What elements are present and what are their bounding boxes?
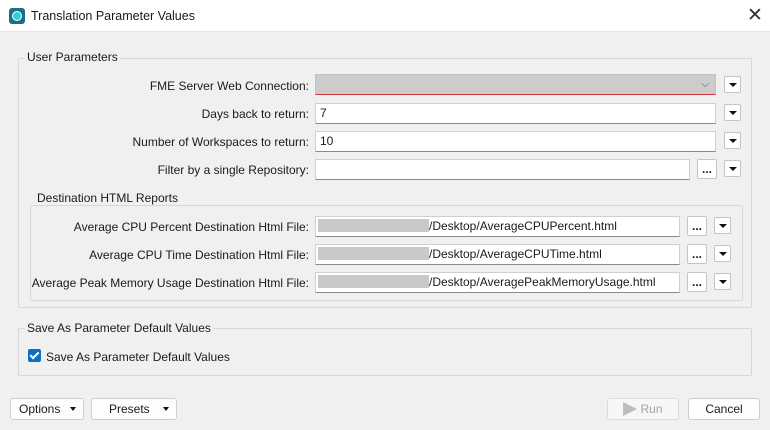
redacted-path [318, 219, 429, 232]
save-defaults-title: Save As Parameter Default Values [25, 321, 213, 335]
redacted-path [318, 247, 429, 260]
options-button[interactable]: Options [10, 398, 84, 420]
fme-server-connection-menu-button[interactable] [724, 76, 741, 93]
window-title: Translation Parameter Values [31, 9, 195, 23]
cpu-time-file-input[interactable]: /Desktop/AverageCPUTime.html [315, 244, 680, 265]
run-button-label: Run [640, 402, 663, 416]
options-button-label: Options [19, 402, 61, 416]
cpu-time-browse-button[interactable]: ... [687, 244, 707, 264]
chevron-down-icon: ⌵ [701, 79, 709, 90]
title-bar: Translation Parameter Values ✕ [0, 0, 770, 32]
days-back-label: Days back to return: [201, 107, 309, 121]
peak-memory-file-input[interactable]: /Desktop/AveragePeakMemoryUsage.html [315, 272, 680, 293]
cpu-percent-label: Average CPU Percent Destination Html Fil… [73, 220, 309, 234]
play-icon [623, 402, 638, 416]
repository-filter-input[interactable] [315, 159, 690, 180]
fme-app-icon [9, 8, 25, 24]
presets-button-label: Presets [109, 402, 150, 416]
close-icon[interactable]: ✕ [744, 5, 766, 27]
redacted-path [318, 275, 429, 288]
cpu-percent-file-input[interactable]: /Desktop/AverageCPUPercent.html [315, 216, 680, 237]
days-back-menu-button[interactable] [724, 104, 741, 121]
presets-button[interactable]: Presets [91, 398, 177, 420]
cancel-button[interactable]: Cancel [688, 398, 760, 420]
cancel-button-label: Cancel [705, 402, 743, 416]
peak-memory-browse-button[interactable]: ... [687, 272, 707, 292]
num-workspaces-menu-button[interactable] [724, 132, 741, 149]
repository-menu-button[interactable] [724, 160, 741, 177]
fme-server-connection-select[interactable]: ⌵ [315, 74, 716, 95]
fme-server-connection-label: FME Server Web Connection: [149, 79, 309, 93]
peak-memory-menu-button[interactable] [714, 273, 731, 290]
peak-memory-label: Average Peak Memory Usage Destination Ht… [31, 276, 309, 290]
destination-reports-title: Destination HTML Reports [35, 191, 180, 205]
user-parameters-title: User Parameters [25, 50, 120, 64]
save-defaults-checkbox-label: Save As Parameter Default Values [46, 350, 230, 364]
caret-down-icon [163, 407, 169, 411]
repository-filter-label: Filter by a single Repository: [157, 163, 309, 177]
cpu-time-menu-button[interactable] [714, 245, 731, 262]
days-back-input[interactable]: 7 [315, 103, 716, 124]
cpu-time-file-value: /Desktop/AverageCPUTime.html [429, 247, 602, 261]
cpu-percent-menu-button[interactable] [714, 217, 731, 234]
save-defaults-checkbox[interactable] [28, 349, 41, 362]
cpu-percent-file-value: /Desktop/AverageCPUPercent.html [429, 219, 617, 233]
num-workspaces-input[interactable]: 10 [315, 131, 716, 152]
cpu-time-label: Average CPU Time Destination Html File: [89, 248, 309, 262]
cpu-percent-browse-button[interactable]: ... [687, 216, 707, 236]
peak-memory-file-value: /Desktop/AveragePeakMemoryUsage.html [429, 275, 656, 289]
repository-browse-button[interactable]: ... [697, 159, 717, 179]
num-workspaces-label: Number of Workspaces to return: [132, 135, 309, 149]
caret-down-icon [70, 407, 76, 411]
run-button[interactable]: Run [607, 398, 679, 420]
